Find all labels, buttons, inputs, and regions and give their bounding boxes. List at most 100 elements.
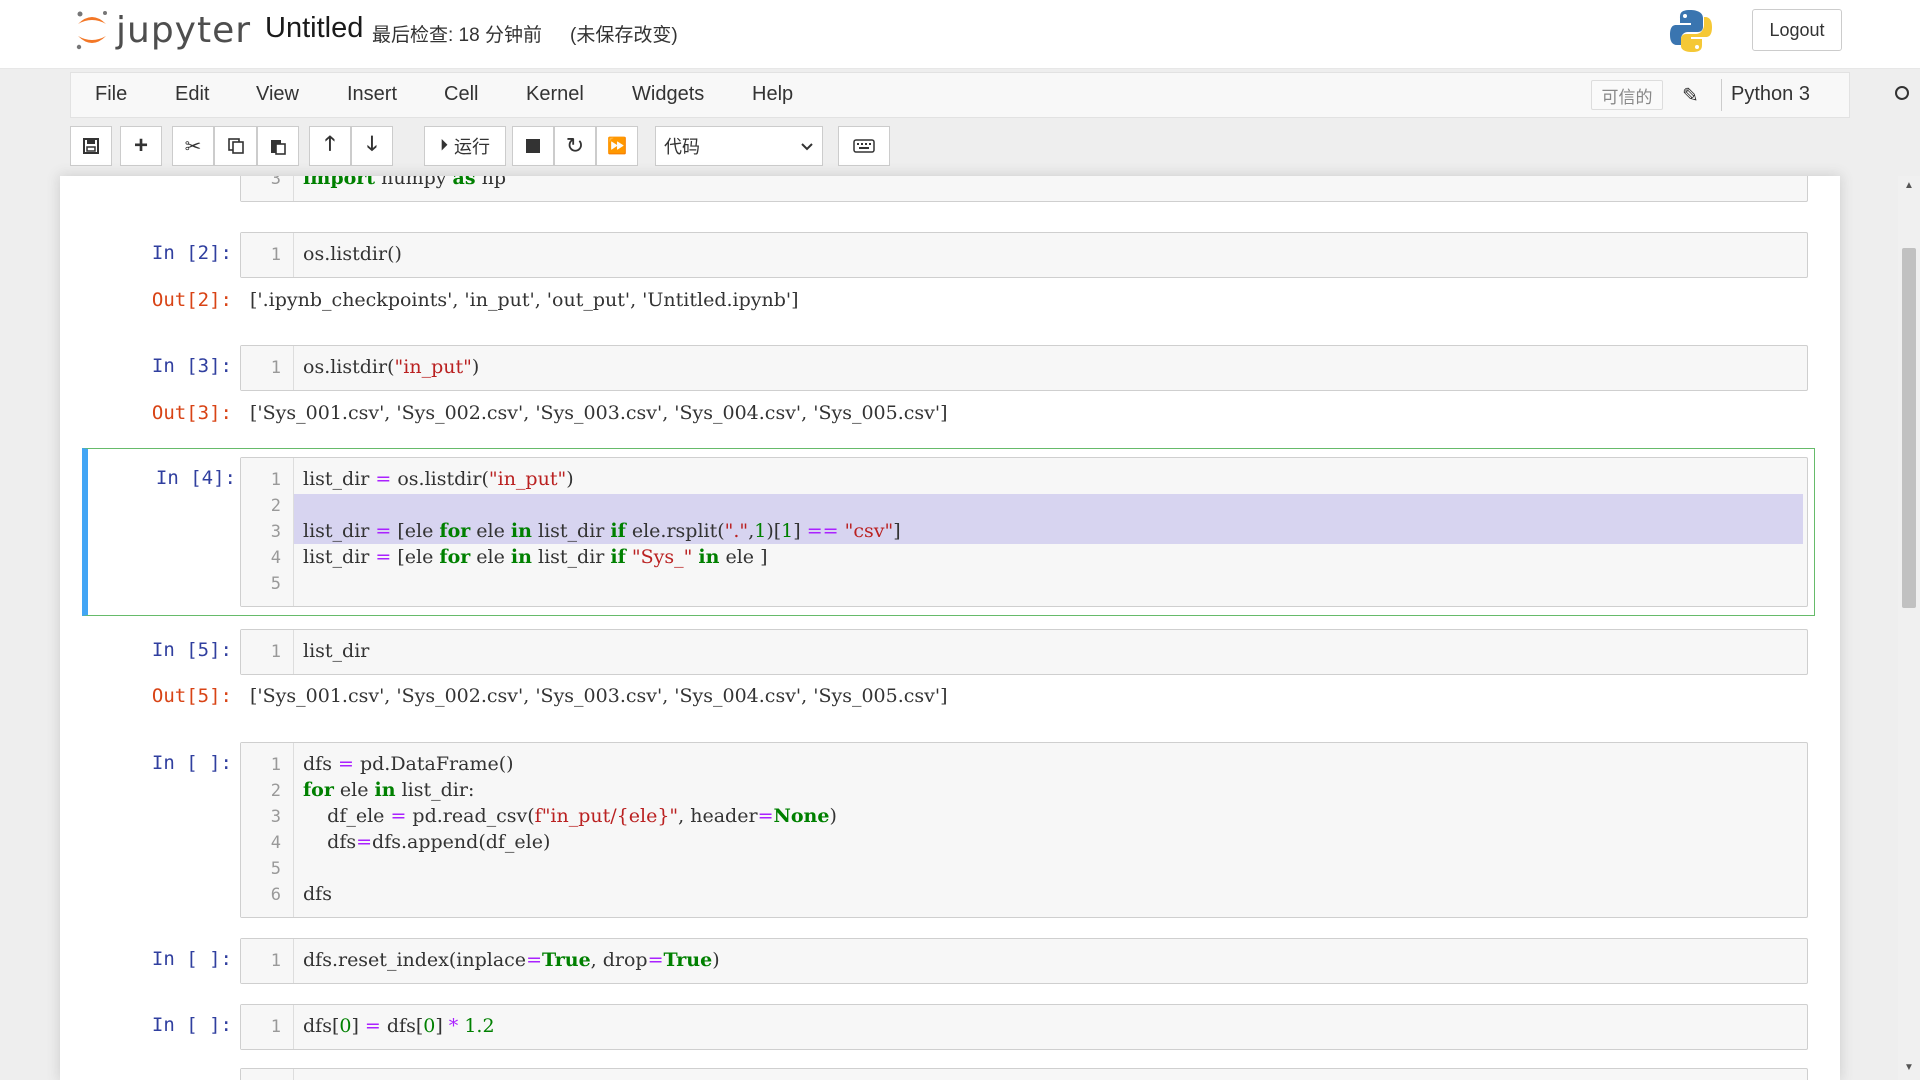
input-prompt: In [ ]: bbox=[151, 948, 232, 970]
save-button[interactable] bbox=[70, 126, 112, 166]
trusted-indicator[interactable]: 可信的 bbox=[1591, 80, 1663, 110]
restart-button[interactable]: ↻ bbox=[554, 126, 596, 166]
copy-icon bbox=[227, 138, 244, 154]
output-prompt: Out[2]: bbox=[151, 289, 232, 311]
run-icon: ⏵ bbox=[439, 137, 448, 154]
paste-button[interactable] bbox=[257, 126, 299, 166]
stop-icon bbox=[526, 139, 540, 153]
scrollbar[interactable]: ▲ ▼ bbox=[1898, 176, 1920, 1080]
scroll-down-icon[interactable]: ▼ bbox=[1904, 1062, 1914, 1073]
notebook-title[interactable]: Untitled bbox=[265, 12, 363, 45]
code-line: os.listdir() bbox=[303, 243, 402, 265]
code-line: list_dir bbox=[303, 640, 370, 662]
toolbar: + ✂ 🡑 🡓 ⏵ 运行 ↻ ⏩ 代码 bbox=[70, 124, 1850, 168]
scroll-up-icon[interactable]: ▲ bbox=[1904, 180, 1914, 191]
arrow-down-icon: 🡓 bbox=[366, 133, 378, 155]
line-number: 1 bbox=[270, 470, 281, 490]
cell-output: ['Sys_001.csv', 'Sys_002.csv', 'Sys_003.… bbox=[250, 402, 948, 424]
code-line: for ele in list_dir: bbox=[303, 779, 475, 801]
line-number: 2 bbox=[270, 496, 281, 516]
menu-view[interactable]: View bbox=[256, 83, 299, 106]
menu-help[interactable]: Help bbox=[752, 83, 793, 106]
line-number: 6 bbox=[270, 885, 281, 905]
interrupt-button[interactable] bbox=[512, 126, 554, 166]
header: jupyter Untitled 最后检查: 18 分钟前 (未保存改变) Lo… bbox=[0, 0, 1920, 69]
run-label: 运行 bbox=[454, 137, 490, 157]
cell-input[interactable]: 1 2 3 4 5 list_dir = os.listdir("in_put"… bbox=[240, 457, 1808, 607]
code-cell[interactable]: In [ ]: 1 dfs[0] = dfs[0] * 1.2 bbox=[80, 1004, 1815, 1050]
code-cell[interactable]: In [ ]: 1 2 3 4 5 6 dfs = pd.DataFrame()… bbox=[80, 742, 1815, 922]
menu-cell[interactable]: Cell bbox=[444, 83, 478, 106]
python-logo-icon bbox=[1668, 8, 1714, 59]
code-cell[interactable]: 3 import numpy as np bbox=[80, 176, 1815, 202]
code-line: dfs bbox=[303, 883, 332, 905]
line-number: 1 bbox=[270, 951, 281, 971]
cell-type-value: 代码 bbox=[664, 137, 700, 157]
code-cell[interactable] bbox=[80, 1068, 1815, 1080]
line-gutter bbox=[241, 1069, 294, 1080]
menu-edit[interactable]: Edit bbox=[175, 83, 209, 106]
pencil-icon[interactable]: ✎ bbox=[1682, 83, 1699, 108]
jupyter-logo[interactable]: jupyter bbox=[74, 8, 251, 52]
menu-kernel[interactable]: Kernel bbox=[526, 83, 584, 106]
cell-output: ['Sys_001.csv', 'Sys_002.csv', 'Sys_003.… bbox=[250, 685, 948, 707]
cell-input[interactable]: 1 dfs[0] = dfs[0] * 1.2 bbox=[240, 1004, 1808, 1050]
menu-insert[interactable]: Insert bbox=[347, 83, 397, 106]
code-line: os.listdir("in_put") bbox=[303, 356, 480, 378]
autosave-status: (未保存改变) bbox=[570, 25, 678, 46]
cell-input[interactable]: 1 os.listdir() bbox=[240, 232, 1808, 278]
code-line: list_dir = [ele for ele in list_dir if "… bbox=[303, 546, 768, 568]
line-number: 1 bbox=[270, 245, 281, 265]
scrollbar-thumb[interactable] bbox=[1902, 248, 1916, 608]
line-number: 3 bbox=[270, 176, 281, 189]
code-cell[interactable]: In [ ]: 1 dfs.reset_index(inplace=True, … bbox=[80, 938, 1815, 984]
line-number: 3 bbox=[270, 807, 281, 827]
code-line: dfs[0] = dfs[0] * 1.2 bbox=[303, 1015, 495, 1037]
code-cell[interactable]: In [5]: 1 list_dir Out[5]: ['Sys_001.csv… bbox=[80, 629, 1815, 719]
cut-button[interactable]: ✂ bbox=[172, 126, 214, 166]
keyboard-icon bbox=[853, 139, 875, 153]
line-number: 1 bbox=[270, 358, 281, 378]
selected-cell[interactable]: In [4]: 1 2 3 4 5 list_dir = os.listdir(… bbox=[82, 448, 1815, 616]
kernel-idle-icon bbox=[1895, 86, 1909, 100]
cell-input[interactable]: 3 import numpy as np bbox=[240, 176, 1808, 202]
copy-button[interactable] bbox=[214, 126, 257, 166]
code-line: dfs.reset_index(inplace=True, drop=True) bbox=[303, 949, 720, 971]
input-prompt: In [ ]: bbox=[151, 1014, 232, 1036]
code-cell[interactable]: In [3]: 1 os.listdir("in_put") Out[3]: [… bbox=[80, 345, 1815, 435]
move-up-button[interactable]: 🡑 bbox=[309, 126, 351, 166]
move-down-button[interactable]: 🡓 bbox=[351, 126, 393, 166]
input-prompt: In [ ]: bbox=[151, 752, 232, 774]
command-palette-button[interactable] bbox=[838, 126, 890, 166]
checkpoint-status: 最后检查: 18 分钟前 bbox=[372, 25, 542, 46]
cell-input[interactable]: 1 dfs.reset_index(inplace=True, drop=Tru… bbox=[240, 938, 1808, 984]
kernel-name: Python 3 bbox=[1731, 83, 1810, 105]
code-line: list_dir = os.listdir("in_put") bbox=[303, 468, 574, 490]
chevron-down-icon bbox=[801, 143, 813, 151]
insert-cell-button[interactable]: + bbox=[120, 126, 162, 166]
divider bbox=[1721, 79, 1722, 111]
menubar: File Edit View Insert Cell Kernel Widget… bbox=[70, 72, 1909, 118]
run-all-button[interactable]: ⏩ bbox=[596, 126, 638, 166]
arrow-up-icon: 🡑 bbox=[324, 133, 336, 155]
cell-input[interactable]: 1 list_dir bbox=[240, 629, 1808, 675]
line-number: 5 bbox=[270, 859, 281, 879]
menu-file[interactable]: File bbox=[95, 83, 127, 106]
code-line: import numpy as np bbox=[303, 176, 507, 189]
line-number: 2 bbox=[270, 781, 281, 801]
cell-output: ['.ipynb_checkpoints', 'in_put', 'out_pu… bbox=[250, 289, 799, 311]
line-number: 1 bbox=[270, 642, 281, 662]
cell-input[interactable]: 1 2 3 4 5 6 dfs = pd.DataFrame() for ele… bbox=[240, 742, 1808, 918]
input-prompt: In [3]: bbox=[151, 355, 232, 377]
input-prompt: In [2]: bbox=[151, 242, 232, 264]
menu-widgets[interactable]: Widgets bbox=[632, 83, 704, 106]
cell-input[interactable] bbox=[240, 1068, 1808, 1080]
logout-button[interactable]: Logout bbox=[1752, 9, 1842, 51]
code-cell[interactable]: In [2]: 1 os.listdir() Out[2]: ['.ipynb_… bbox=[80, 232, 1815, 322]
line-number: 4 bbox=[270, 548, 281, 568]
run-button[interactable]: ⏵ 运行 bbox=[424, 126, 506, 166]
cell-input[interactable]: 1 os.listdir("in_put") bbox=[240, 345, 1808, 391]
cell-type-select[interactable]: 代码 bbox=[655, 126, 823, 166]
paste-icon bbox=[271, 140, 286, 155]
plus-icon: + bbox=[133, 132, 148, 159]
